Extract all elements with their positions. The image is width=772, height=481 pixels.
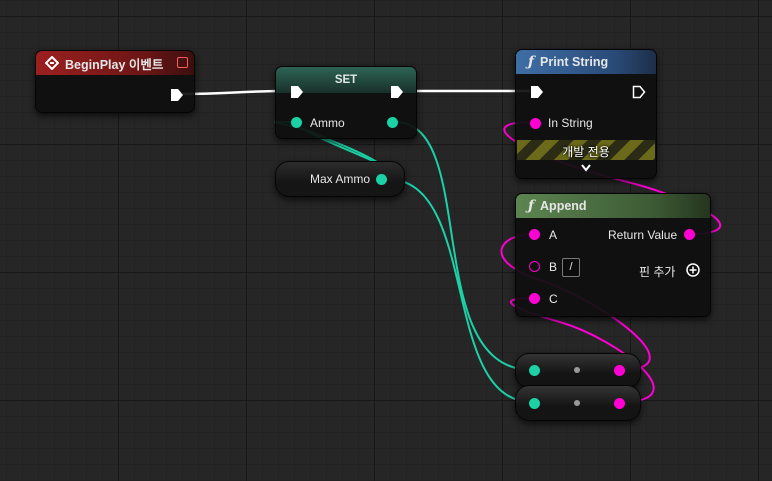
set-ammo-label: Ammo	[310, 116, 345, 130]
print-string-node[interactable]: ƒ Print String In String 개발 전용	[515, 49, 657, 179]
append-b-label: B	[549, 260, 558, 274]
print-instring-pin[interactable]	[530, 118, 541, 129]
append-header: ƒ Append	[516, 194, 710, 218]
int-wire-maxammo-to-convert[interactable]	[386, 178, 533, 403]
beginplay-title: BeginPlay 이벤트	[65, 57, 164, 72]
append-title: Append	[540, 199, 587, 213]
dot-icon	[574, 400, 580, 406]
beginplay-event-node[interactable]: BeginPlay 이벤트	[35, 50, 195, 113]
print-instring-label: In String	[548, 116, 593, 130]
append-b-value-input[interactable]: /	[562, 258, 580, 277]
print-exec-out-pin[interactable]	[632, 85, 646, 102]
set-exec-in-pin[interactable]	[290, 85, 304, 102]
set-ammo-in-pin[interactable]	[291, 117, 302, 128]
convert1-out-pin[interactable]	[614, 365, 625, 376]
function-icon: ƒ	[528, 198, 535, 214]
append-a-pin[interactable]	[529, 229, 540, 240]
plus-circle-icon[interactable]	[686, 263, 700, 280]
print-string-title: Print String	[540, 55, 609, 69]
dot-icon	[574, 367, 580, 373]
dev-only-label: 개발 전용	[562, 145, 610, 159]
beginplay-header: BeginPlay 이벤트	[36, 51, 194, 75]
chevron-down-icon[interactable]	[580, 162, 592, 176]
int-to-string-node-2[interactable]	[515, 385, 641, 421]
append-c-pin[interactable]	[529, 293, 540, 304]
append-b-pin[interactable]	[529, 261, 540, 272]
set-title: SET	[334, 74, 358, 86]
convert2-out-pin[interactable]	[614, 398, 625, 409]
max-ammo-out-pin[interactable]	[376, 174, 387, 185]
max-ammo-getter-node[interactable]: Max Ammo	[275, 161, 405, 197]
append-return-pin[interactable]	[684, 229, 695, 240]
max-ammo-label: Max Ammo	[310, 172, 371, 186]
dev-only-banner: 개발 전용	[517, 140, 655, 160]
convert2-in-pin[interactable]	[529, 398, 540, 409]
int-to-string-node-1[interactable]	[515, 353, 641, 388]
print-string-header: ƒ Print String	[516, 50, 656, 74]
set-ammo-out-pin[interactable]	[387, 117, 398, 128]
append-node[interactable]: ƒ Append A Return Value B / 핀 추가 C	[515, 193, 711, 317]
event-diamond-icon	[44, 55, 60, 71]
add-pin-label: 핀 추가	[639, 265, 676, 279]
print-exec-in-pin[interactable]	[530, 85, 544, 102]
append-a-label: A	[549, 228, 558, 242]
red-square-icon	[177, 57, 188, 68]
append-return-label: Return Value	[608, 228, 678, 242]
function-icon: ƒ	[528, 54, 535, 70]
set-node[interactable]: SET Ammo	[275, 66, 417, 139]
exec-wire-beginplay-to-set[interactable]	[181, 89, 291, 96]
beginplay-exec-out-pin[interactable]	[170, 88, 184, 105]
append-c-label: C	[549, 292, 558, 306]
set-exec-out-pin[interactable]	[390, 85, 404, 102]
convert1-in-pin[interactable]	[529, 365, 540, 376]
int-wire-ammo-to-convert[interactable]	[394, 121, 533, 371]
